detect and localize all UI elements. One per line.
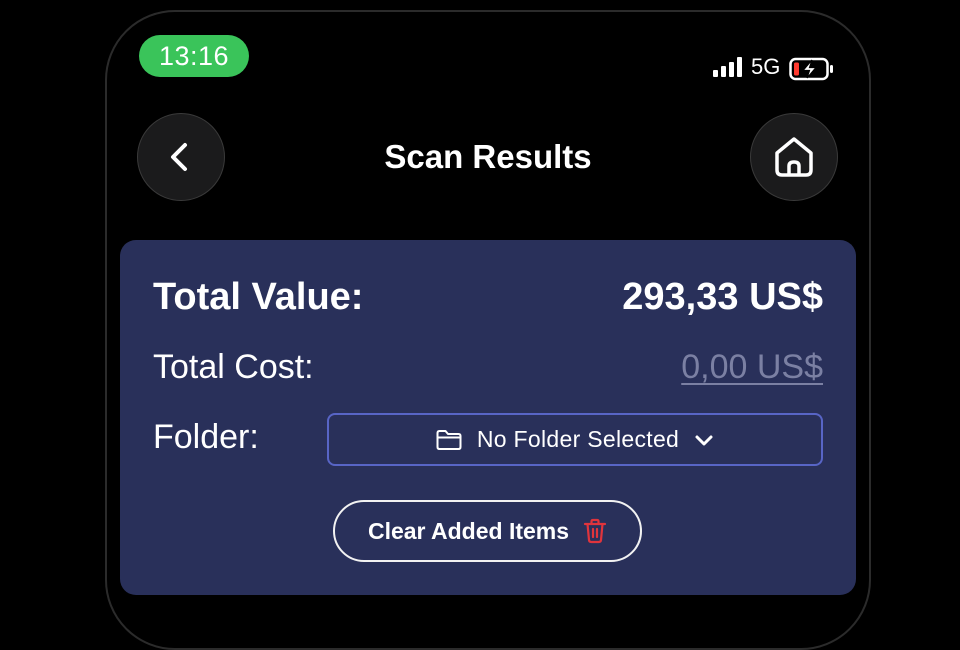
folder-select-value: No Folder Selected [476, 426, 680, 452]
chevron-down-icon [693, 429, 715, 451]
home-icon [769, 132, 819, 182]
clear-added-items-label: Clear Added Items [367, 517, 570, 544]
battery-charging-icon [789, 57, 834, 81]
status-time: 13:16 [139, 35, 249, 77]
status-icons: 5G [713, 50, 834, 84]
folder-label: Folder: [153, 418, 259, 456]
back-button[interactable] [137, 113, 225, 201]
folder-select[interactable]: No Folder Selected [327, 413, 823, 466]
summary-card: Total Value: 293,33 US$ Total Cost: 0,00… [120, 240, 856, 595]
home-button[interactable] [750, 113, 838, 201]
clear-added-items-button[interactable]: Clear Added Items [333, 500, 642, 562]
total-value-label: Total Value: [153, 276, 364, 318]
network-type: 5G [751, 54, 781, 79]
total-cost-link[interactable]: 0,00 US$ [681, 348, 823, 387]
page-title: Scan Results [384, 138, 592, 175]
chevron-left-icon [164, 140, 198, 174]
total-value-amount: 293,33 US$ [622, 276, 823, 318]
folder-icon [435, 428, 463, 452]
total-cost-label: Total Cost: [153, 348, 314, 386]
trash-icon [583, 518, 607, 544]
signal-icon [713, 57, 742, 77]
